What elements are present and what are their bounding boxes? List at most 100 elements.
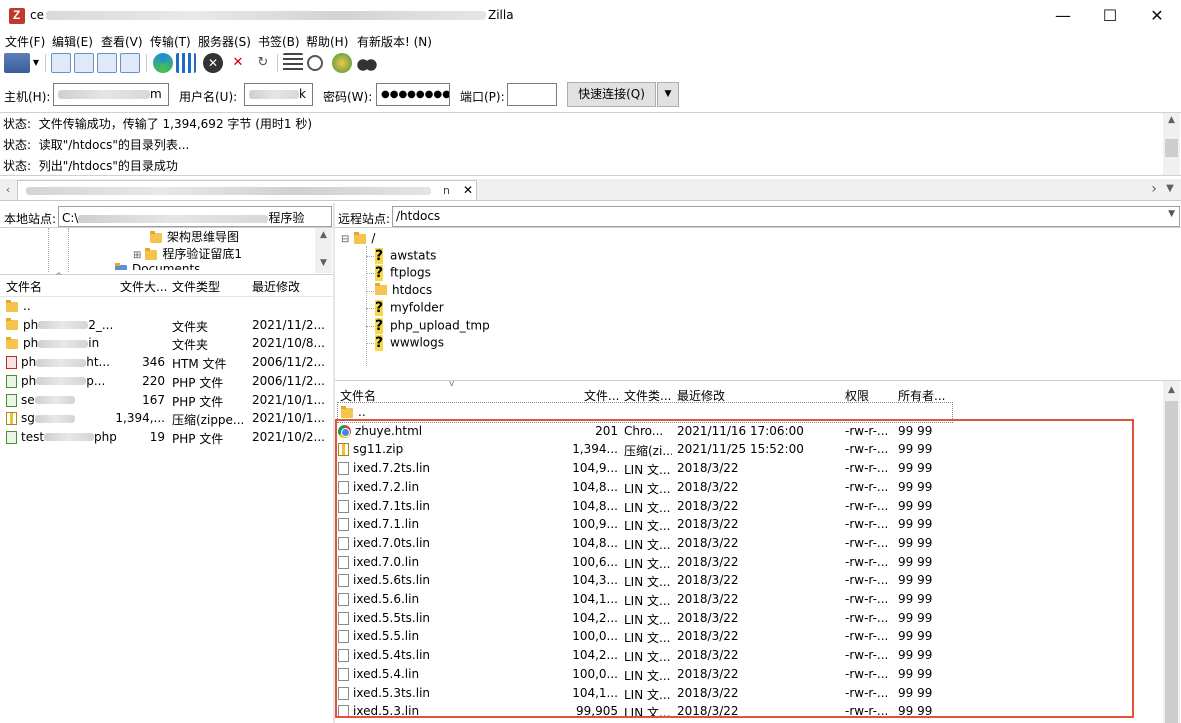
remote-tree-item-wwwlogs[interactable]: ? wwwlogs bbox=[375, 335, 444, 351]
remote-tree-item-label: wwwlogs bbox=[390, 335, 444, 350]
local-tree-item-label: 程序验证留底1 bbox=[162, 247, 243, 261]
remote-path-input[interactable]: /htdocs ▼ bbox=[392, 206, 1180, 227]
local-file-size: 1,394,... bbox=[115, 411, 165, 426]
minimize-button[interactable]: — bbox=[1040, 0, 1086, 32]
compare-icon[interactable] bbox=[307, 55, 323, 71]
remote-tree-item-ftplogs[interactable]: ? ftplogs bbox=[375, 265, 431, 282]
reconnect-icon[interactable]: ↻ bbox=[253, 53, 273, 73]
tree-guide bbox=[366, 246, 367, 366]
quickconnect-button[interactable]: 快速连接(Q) bbox=[567, 82, 656, 107]
tab-close-icon[interactable]: ✕ bbox=[463, 183, 473, 197]
remote-list-scrollbar[interactable]: ▲ bbox=[1163, 381, 1180, 723]
local-file-row[interactable]: test php 19 PHP 文件 2021/10/2... bbox=[0, 428, 333, 447]
menu-edit[interactable]: 编辑(E) bbox=[52, 33, 93, 50]
remote-col-type[interactable]: 文件类... bbox=[624, 387, 671, 404]
local-file-row[interactable]: ph in 文件夹 2021/10/8... bbox=[0, 334, 333, 353]
menu-view[interactable]: 查看(V) bbox=[101, 33, 143, 50]
port-input[interactable] bbox=[507, 83, 557, 106]
local-file-size: 19 bbox=[149, 429, 165, 444]
local-file-modified: 2021/10/8... bbox=[252, 336, 324, 351]
local-file-row[interactable]: sg 1,394,... 压缩(zippe... 2021/10/1... bbox=[0, 409, 333, 428]
remote-tree-item-htdocs[interactable]: htdocs bbox=[375, 283, 432, 297]
toggle-remote-tree-icon[interactable] bbox=[97, 53, 117, 73]
toggle-queue-icon[interactable] bbox=[120, 53, 140, 73]
remote-tree-item-awstats[interactable]: ? awstats bbox=[375, 248, 436, 264]
collapse-icon[interactable]: ⊟ bbox=[341, 234, 349, 245]
filezilla-app-icon[interactable] bbox=[9, 8, 25, 24]
local-file-name-start: se bbox=[21, 392, 35, 407]
tab-scroll-right-icon[interactable]: › bbox=[1148, 181, 1160, 197]
remote-col-owner[interactable]: 所有者... bbox=[898, 387, 945, 404]
sync-browse-icon[interactable] bbox=[332, 53, 352, 73]
scroll-down-icon[interactable]: ▼ bbox=[315, 258, 332, 268]
site-manager-dropdown-icon[interactable]: ▼ bbox=[31, 53, 41, 73]
log-text: 文件传输成功，传输了 1,394,692 字节 (用时1 秒) bbox=[38, 117, 313, 131]
scroll-up-icon[interactable]: ▲ bbox=[315, 230, 332, 240]
refresh-icon[interactable] bbox=[153, 53, 173, 73]
local-file-row[interactable]: ph 2_... 文件夹 2021/11/2... bbox=[0, 316, 333, 335]
menu-bookmarks[interactable]: 书签(B) bbox=[258, 33, 300, 50]
username-value-end: k bbox=[299, 87, 306, 101]
search-icon[interactable] bbox=[357, 53, 377, 73]
remote-tree-item-myfolder[interactable]: ? myfolder bbox=[375, 300, 444, 317]
host-input[interactable]: m bbox=[53, 83, 169, 106]
username-input[interactable]: k bbox=[244, 83, 313, 106]
log-scroll-thumb[interactable] bbox=[1165, 139, 1178, 157]
toggle-local-tree-icon[interactable] bbox=[74, 53, 94, 73]
local-file-name-start: ph bbox=[21, 355, 37, 370]
disconnect-icon[interactable]: ✕ bbox=[228, 53, 248, 73]
menu-help[interactable]: 帮助(H) bbox=[306, 33, 348, 50]
site-manager-icon[interactable] bbox=[4, 53, 30, 73]
process-queue-icon[interactable] bbox=[176, 53, 196, 73]
expand-icon[interactable]: ⊞ bbox=[133, 250, 141, 261]
local-pane: 本地站点: C:\ 程序验 架构思维导图 ⊞ 程序验证留底1 Documents ▲… bbox=[0, 203, 333, 723]
local-list-header: 文件名 ^ 文件大... 文件类型 最近修改 bbox=[0, 272, 333, 297]
scroll-up-icon[interactable]: ▲ bbox=[1163, 115, 1180, 125]
remote-tree-item-label: ftplogs bbox=[390, 265, 431, 280]
tab-scroll-left-icon[interactable]: ‹ bbox=[2, 183, 14, 196]
remote-col-size[interactable]: 文件... bbox=[584, 387, 619, 404]
tree-guide bbox=[366, 325, 374, 327]
toggle-log-icon[interactable] bbox=[51, 53, 71, 73]
local-file-row[interactable]: .. bbox=[0, 297, 333, 316]
scroll-up-icon[interactable]: ▲ bbox=[1163, 385, 1180, 395]
local-col-name[interactable]: 文件名 bbox=[6, 278, 42, 295]
password-input[interactable]: ●●●●●●●● bbox=[376, 83, 450, 106]
connection-tab[interactable]: n ✕ bbox=[17, 180, 477, 200]
remote-tree-item-php_upload_tmp[interactable]: ? php_upload_tmp bbox=[375, 317, 490, 334]
log-scrollbar[interactable]: ▲ bbox=[1163, 113, 1180, 175]
local-tree-item[interactable]: Documents bbox=[115, 262, 200, 270]
menu-transfer[interactable]: 传输(T) bbox=[150, 33, 191, 50]
menu-file[interactable]: 文件(F) bbox=[5, 33, 45, 50]
local-col-type[interactable]: 文件类型 bbox=[172, 278, 220, 295]
local-file-row[interactable]: se 167 PHP 文件 2021/10/1... bbox=[0, 391, 333, 410]
local-file-name-end: 2_... bbox=[88, 317, 114, 332]
tree-guide bbox=[366, 256, 374, 257]
close-window-button[interactable]: ✕ bbox=[1134, 0, 1180, 32]
remote-col-permissions[interactable]: 权限 bbox=[845, 387, 869, 404]
remote-list-scroll-thumb[interactable] bbox=[1165, 401, 1178, 723]
local-file-row[interactable]: ph p... 220 PHP 文件 2006/11/2... bbox=[0, 372, 333, 391]
local-tree-item[interactable]: ⊞ 程序验证留底1 bbox=[133, 245, 242, 262]
remote-col-modified[interactable]: 最近修改 bbox=[677, 387, 725, 404]
local-path-input[interactable]: C:\ 程序验 bbox=[58, 206, 332, 227]
tab-list-dropdown-icon[interactable]: ▼ bbox=[1163, 183, 1177, 194]
menu-server[interactable]: 服务器(S) bbox=[198, 33, 251, 50]
local-tree-item[interactable]: 架构思维导图 bbox=[150, 228, 239, 245]
directory-filter-icon[interactable] bbox=[283, 53, 303, 73]
local-file-name-redacted bbox=[34, 414, 75, 423]
local-col-modified[interactable]: 最近修改 bbox=[252, 278, 300, 295]
remote-col-name[interactable]: 文件名 bbox=[340, 387, 376, 404]
local-tree-scrollbar[interactable]: ▲ ▼ bbox=[315, 228, 332, 273]
local-file-row[interactable]: ph ht... 346 HTM 文件 2006/11/2... bbox=[0, 353, 333, 372]
tab-title-end: n bbox=[443, 184, 450, 197]
remote-path-dropdown-icon[interactable]: ▼ bbox=[1168, 209, 1175, 219]
folder-icon bbox=[6, 318, 18, 331]
quickconnect-dropdown-button[interactable]: ▼ bbox=[657, 82, 679, 107]
maximize-button[interactable]: ☐ bbox=[1087, 0, 1133, 32]
remote-tree-root[interactable]: ⊟ / bbox=[341, 231, 375, 245]
highlight-annotation-box bbox=[335, 419, 1134, 718]
local-col-size[interactable]: 文件大... bbox=[120, 278, 167, 295]
menu-new-version[interactable]: 有新版本! (N) bbox=[357, 33, 432, 50]
cancel-operation-icon[interactable]: ✕ bbox=[203, 53, 223, 73]
